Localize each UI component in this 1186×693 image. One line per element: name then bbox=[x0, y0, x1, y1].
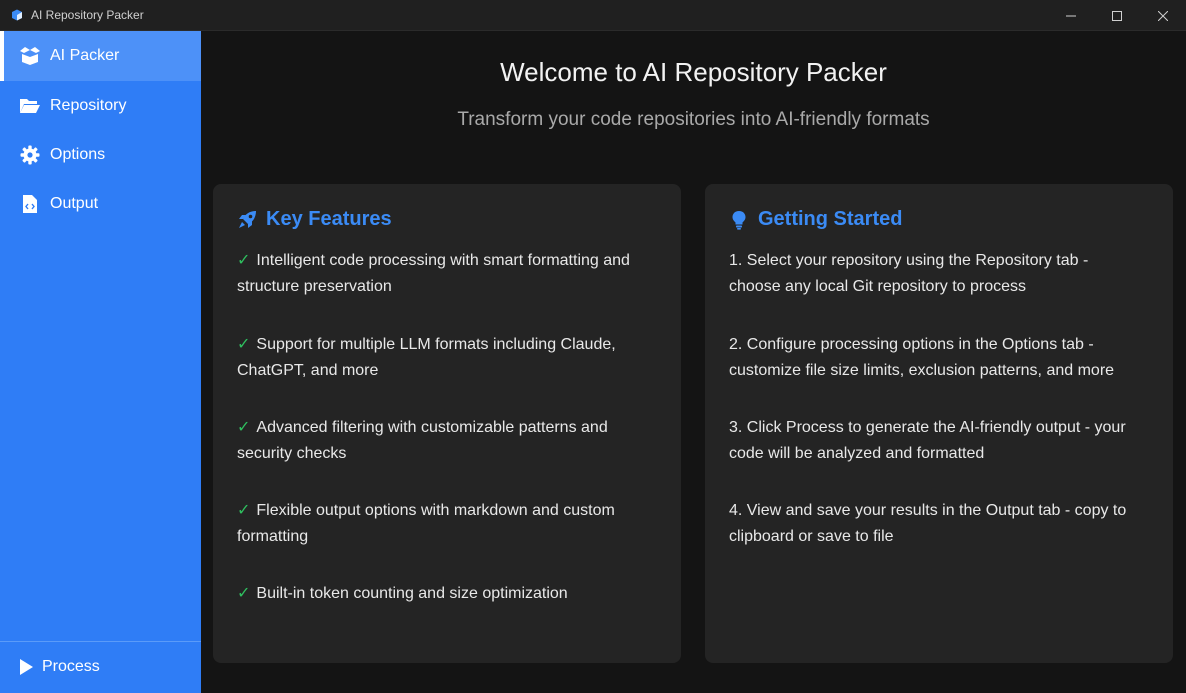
key-features-title: Key Features bbox=[266, 208, 392, 230]
step-item: 1. Select your repository using the Repo… bbox=[729, 252, 1089, 295]
check-icon: ✓ bbox=[237, 336, 251, 353]
active-indicator bbox=[0, 31, 4, 81]
file-code-icon bbox=[18, 192, 42, 216]
sidebar-item-label: Options bbox=[50, 146, 106, 163]
box-icon bbox=[18, 44, 42, 68]
rocket-icon bbox=[236, 209, 258, 231]
getting-started-card: Getting Started 1. Select your repositor… bbox=[705, 184, 1173, 663]
gear-icon bbox=[18, 143, 42, 167]
step-item: 3. Click Process to generate the AI-frie… bbox=[729, 419, 1126, 462]
page-subtitle: Transform your code repositories into AI… bbox=[457, 109, 930, 130]
feature-item: ✓ Flexible output options with markdown a… bbox=[237, 502, 615, 545]
sidebar-item-label: AI Packer bbox=[50, 47, 120, 64]
sidebar-item-label: Output bbox=[50, 195, 99, 212]
process-label: Process bbox=[42, 658, 100, 675]
close-button[interactable] bbox=[1140, 0, 1186, 31]
window-title: AI Repository Packer bbox=[31, 8, 144, 22]
check-icon: ✓ bbox=[237, 419, 251, 436]
feature-item: ✓ Advanced filtering with customizable pa… bbox=[237, 419, 608, 462]
lightbulb-icon bbox=[728, 209, 750, 231]
step-item: 4. View and save your results in the Out… bbox=[729, 502, 1127, 545]
check-icon: ✓ bbox=[237, 252, 251, 269]
maximize-button[interactable] bbox=[1094, 0, 1140, 31]
folder-open-icon bbox=[18, 94, 42, 118]
check-icon: ✓ bbox=[237, 502, 251, 519]
close-icon bbox=[1158, 10, 1168, 21]
play-icon bbox=[16, 657, 36, 677]
app-logo-icon bbox=[10, 8, 24, 22]
feature-item: ✓ Built-in token counting and size optimi… bbox=[237, 585, 568, 602]
sidebar-item-options[interactable]: Options bbox=[0, 130, 201, 180]
key-features-heading: Key Features bbox=[236, 208, 392, 231]
sidebar-item-label: Repository bbox=[50, 97, 127, 114]
step-item: 2. Configure processing options in the O… bbox=[729, 336, 1115, 379]
main-content: Welcome to AI Repository Packer Transfor… bbox=[201, 31, 1186, 693]
check-icon: ✓ bbox=[237, 585, 251, 602]
minimize-button[interactable] bbox=[1048, 0, 1094, 31]
sidebar-item-output[interactable]: Output bbox=[0, 179, 201, 229]
page-title: Welcome to AI Repository Packer bbox=[500, 57, 887, 87]
maximize-icon bbox=[1112, 10, 1122, 21]
sidebar: AI Packer Repository Options Output Proc… bbox=[0, 31, 201, 693]
sidebar-item-ai-packer[interactable]: AI Packer bbox=[0, 31, 201, 81]
minimize-icon bbox=[1066, 15, 1076, 16]
getting-started-title: Getting Started bbox=[758, 208, 903, 230]
key-features-card: Key Features ✓ Intelligent code processin… bbox=[213, 184, 681, 663]
process-button[interactable]: Process bbox=[0, 642, 201, 692]
feature-item: ✓ Intelligent code processing with smart … bbox=[237, 252, 630, 295]
title-bar: AI Repository Packer bbox=[0, 0, 1186, 31]
feature-item: ✓ Support for multiple LLM formats includ… bbox=[237, 336, 616, 379]
getting-started-heading: Getting Started bbox=[728, 208, 902, 231]
sidebar-item-repository[interactable]: Repository bbox=[0, 81, 201, 131]
